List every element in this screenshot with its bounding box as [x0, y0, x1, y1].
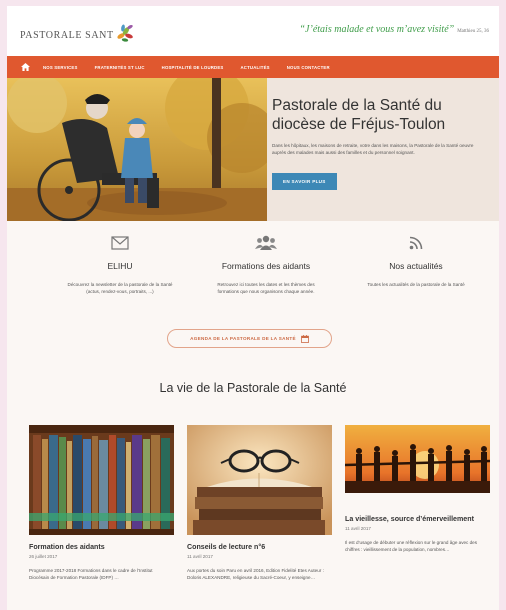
- feature-description: Retrouvez ici toutes les dates et les th…: [217, 282, 315, 294]
- article-date: 11 avril 2017: [187, 554, 213, 559]
- hero-description: Dans les hôpitaux, les maisons de retrai…: [272, 143, 474, 155]
- main-nav: NOS SERVICES FRATERNITÉS ST LUC HOSPITAL…: [7, 56, 499, 78]
- users-icon: [201, 234, 331, 252]
- sunset-silhouettes-image: [345, 425, 490, 493]
- hero-title-line2: diocèse de Fréjus-Toulon: [272, 116, 446, 133]
- nav-item-hospitalite[interactable]: HOSPITALITÉ DE LOURDES: [162, 65, 224, 70]
- nav-item-services[interactable]: NOS SERVICES: [43, 65, 78, 70]
- rss-icon: [351, 234, 481, 252]
- section-title: La vie de la Pastorale de la Santé: [159, 381, 347, 395]
- learn-more-button[interactable]: EN SAVOIR PLUS: [272, 173, 337, 190]
- article-card[interactable]: La vieillesse, source d’émerveillement 1…: [345, 425, 490, 553]
- article-excerpt: Aux portes du soin Paru en avril 2016, E…: [187, 568, 324, 580]
- features-section: ELIHU Découvrez la newsletter de la past…: [7, 221, 499, 351]
- home-icon[interactable]: [19, 61, 31, 73]
- article-date: 11 avril 2017: [345, 526, 371, 531]
- hero-photo: [7, 78, 267, 221]
- calendar-icon: [300, 334, 309, 343]
- hero-title-line1: Pastorale de la Santé du: [272, 97, 442, 114]
- article-card[interactable]: Conseils de lecture n°6 11 avril 2017 Au…: [187, 425, 332, 581]
- agenda-button-label: AGENDA DE LA PASTORALE DE LA SANTÉ: [190, 336, 296, 341]
- article-excerpt: Programme 2017-2018 Formations dans le c…: [29, 568, 153, 580]
- feature-description: Toutes les actualités de la pastorale de…: [367, 282, 465, 287]
- feature-title: Nos actualités: [389, 261, 443, 271]
- quote-text: “J’étais malade et vous m’avez visité”: [299, 24, 455, 35]
- hero-banner: Pastorale de la Santé du diocèse de Fréj…: [7, 78, 499, 221]
- site-header: PASTORALE SANT “J’étais malade et vous m…: [7, 6, 499, 56]
- site-logo[interactable]: PASTORALE SANT: [20, 22, 135, 49]
- quote-reference: Matthieu 25, 36: [457, 29, 489, 34]
- nav-item-actualites[interactable]: ACTUALITÉS: [241, 65, 270, 70]
- page: PASTORALE SANT “J’étais malade et vous m…: [7, 6, 499, 610]
- article-date: 26 juillet 2017: [29, 554, 58, 559]
- hero-content: Pastorale de la Santé du diocèse de Fréj…: [267, 78, 499, 221]
- envelope-icon: [55, 234, 185, 252]
- feature-formations[interactable]: Formations des aidants Retrouvez ici tou…: [201, 234, 331, 295]
- article-title: La vieillesse, source d’émerveillement: [345, 515, 474, 523]
- nav-item-contact[interactable]: NOUS CONTACTER: [287, 65, 330, 70]
- leaves-icon: [115, 22, 135, 49]
- hero-title: Pastorale de la Santé du diocèse de Fréj…: [272, 96, 489, 134]
- article-card[interactable]: Formation des aidants 26 juillet 2017 Pr…: [29, 425, 174, 581]
- nav-item-fraternites[interactable]: FRATERNITÉS ST LUC: [95, 65, 145, 70]
- logo-text: PASTORALE SANT: [20, 30, 114, 41]
- header-quote: “J’étais malade et vous m’avez visité” M…: [300, 24, 490, 35]
- feature-elihu[interactable]: ELIHU Découvrez la newsletter de la past…: [55, 234, 185, 295]
- feature-title: ELIHU: [107, 261, 133, 271]
- feature-title: Formations des aidants: [221, 261, 311, 271]
- agenda-button[interactable]: AGENDA DE LA PASTORALE DE LA SANTÉ: [167, 329, 332, 348]
- article-title: Conseils de lecture n°6: [187, 543, 266, 551]
- books-glasses-image: [187, 425, 332, 535]
- article-excerpt: Il est d’usage de débuter une réflexion …: [345, 540, 478, 552]
- feature-description: Découvrez la newsletter de la pastorale …: [67, 282, 173, 294]
- article-title: Formation des aidants: [29, 543, 105, 551]
- feature-actualites[interactable]: Nos actualités Toutes les actualités de …: [351, 234, 481, 288]
- bookshelf-image: [29, 425, 174, 535]
